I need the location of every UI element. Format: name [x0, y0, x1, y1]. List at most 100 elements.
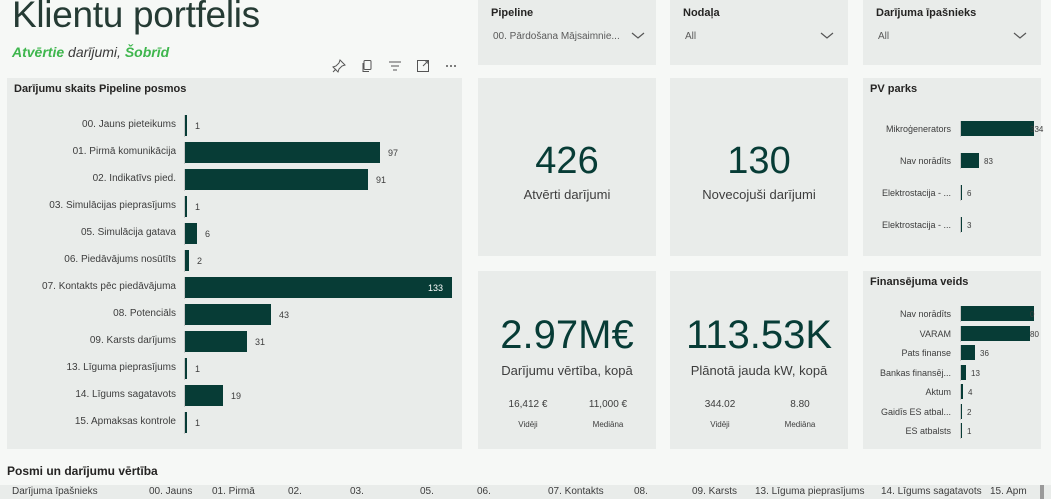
planned-power-avg: 344.02 — [704, 399, 736, 410]
bar-row-elektrostacija[interactable]: Elektrostacija - ... 3 — [863, 217, 1043, 233]
bar-row-00-jauns-pieteikums[interactable]: 00. Jauns pieteikums 1 — [7, 115, 462, 137]
bar-row-aktum[interactable]: Aktum 4 — [863, 384, 1043, 400]
column-header-09-karsts[interactable]: 09. Karsts — [692, 486, 737, 497]
bar-row-mikrogenerators[interactable]: Mikroģenerators 334 — [863, 121, 1043, 137]
bar-row-elektrostacija[interactable]: Elektrostacija - ... 6 — [863, 185, 1043, 201]
planned-power-avg-label: Vidēji — [710, 420, 730, 429]
column-header-06[interactable]: 06. — [477, 486, 491, 497]
bar-row-08-potencials[interactable]: 08. Potenciāls 43 — [7, 304, 462, 326]
stale-deals-card[interactable]: 130 Novecojuši darījumi — [670, 78, 848, 256]
planned-power-card[interactable]: 113.53K Plānotā jauda kW, kopā 344.02 Vi… — [670, 271, 848, 449]
pipeline-filter[interactable]: Pipeline 00. Pārdošana Mājsaimnie... — [478, 0, 656, 65]
planned-power-label: Plānotā jauda kW, kopā — [690, 363, 828, 378]
bar-row-14-ligums-sagatavots[interactable]: 14. Līgums sagatavots 19 — [7, 385, 462, 407]
bar-row-06-piedavajums-nosutits[interactable]: 06. Piedāvājums nosūtīts 2 — [7, 250, 462, 272]
category-label: Aktum — [925, 387, 951, 397]
bar[interactable] — [961, 153, 979, 168]
bar-row-nav-noradits[interactable]: Nav norādīts 83 — [863, 153, 1043, 169]
column-header-14-ligums-sagatavots[interactable]: 14. Līgums sagatavots — [881, 486, 982, 497]
focus-mode-icon[interactable] — [414, 58, 432, 74]
bar-row-15-apmaksas-kontrole[interactable]: 15. Apmaksas kontrole 1 — [7, 412, 462, 434]
category-label: 01. Pirmā komunikācija — [72, 146, 176, 157]
data-label: 80 — [1030, 329, 1039, 339]
bar[interactable] — [961, 384, 963, 399]
bar[interactable] — [185, 385, 223, 406]
visual-toolbar — [330, 58, 460, 74]
bar[interactable] — [961, 121, 1034, 136]
column-header-02[interactable]: 02. — [288, 486, 302, 497]
department-filter-value[interactable]: All — [685, 31, 696, 42]
bar-row-varam[interactable]: VARAM 80 — [863, 325, 1043, 342]
vertical-scrollbar[interactable] — [1040, 485, 1044, 499]
owner-filter[interactable]: Darījuma īpašnieks All — [863, 0, 1041, 65]
owner-filter-value[interactable]: All — [878, 31, 889, 42]
more-options-icon[interactable] — [442, 58, 460, 74]
financing-type-chart[interactable]: Finansējuma veids Nav norādīts 0 VARAM 80 Pa… — [863, 271, 1041, 449]
category-label: Gaidīs ES atbal... — [880, 406, 951, 417]
deal-value-card[interactable]: 2.97M€ Darījumu vērtība, kopā 16,412 € V… — [478, 271, 656, 449]
pipeline-stage-chart[interactable]: Darījumu skaits Pipeline posmos 00. Jaun… — [7, 78, 462, 449]
bar[interactable] — [185, 358, 187, 379]
category-label: 05. Simulācija gatava — [80, 227, 176, 238]
department-filter[interactable]: Nodaļa All — [670, 0, 848, 65]
bar[interactable] — [961, 325, 1030, 341]
bar-row-gaidis-es-atbal[interactable]: Gaidīs ES atbal... 2 — [863, 403, 1043, 420]
bar-row-bankas-finansej[interactable]: Bankas finansēj... 13 — [863, 364, 1043, 381]
bar-row-09-karsts-darijums[interactable]: 09. Karsts darījums 31 — [7, 331, 462, 353]
column-header-15-apm[interactable]: 15. Apm — [990, 486, 1027, 497]
chevron-down-icon[interactable] — [631, 30, 645, 40]
bar[interactable] — [185, 115, 187, 136]
bar-row-13-liguma-pieprasijums[interactable]: 13. Līguma pieprasījums 1 — [7, 358, 462, 380]
bar-row-02-indikativs-pied[interactable]: 02. Indikatīvs pied. 91 — [7, 169, 462, 191]
category-label: 09. Karsts darījums — [89, 335, 176, 346]
bar[interactable] — [185, 196, 187, 217]
bar[interactable] — [961, 403, 962, 419]
bar[interactable] — [961, 345, 975, 360]
bar[interactable] — [185, 250, 189, 271]
column-header-03[interactable]: 03. — [350, 486, 364, 497]
category-label: 15. Apmaksas kontrole — [74, 416, 176, 427]
bar[interactable] — [185, 142, 380, 163]
bar[interactable] — [185, 169, 368, 190]
filter-icon[interactable] — [386, 58, 404, 74]
bar-row-es-atbalsts[interactable]: ES atbalsts 1 — [863, 423, 1043, 439]
bar-row-pats-finanse[interactable]: Pats finanse 36 — [863, 345, 1043, 361]
bar[interactable] — [185, 331, 247, 352]
bar[interactable] — [961, 423, 962, 438]
bar-row-05-simulacija-gatava[interactable]: 05. Simulācija gatava 6 — [7, 223, 462, 245]
data-label: 97 — [388, 148, 399, 158]
bar[interactable] — [961, 185, 962, 200]
bar[interactable] — [961, 306, 1034, 321]
chevron-down-icon[interactable] — [820, 30, 834, 40]
column-header-08[interactable]: 08. — [634, 486, 648, 497]
bar-row-07-kontakts-pec-piedavajuma[interactable]: 07. Kontakts pēc piedāvājuma 133 — [7, 277, 462, 299]
subtitle-open: Atvērtie — [12, 44, 65, 60]
pin-icon[interactable] — [330, 58, 348, 74]
pipeline-filter-value[interactable]: 00. Pārdošana Mājsaimnie... — [493, 31, 620, 42]
chevron-down-icon[interactable] — [1013, 30, 1027, 40]
column-header-00-jauns[interactable]: 00. Jauns — [149, 486, 192, 497]
column-header-07-kontakts[interactable]: 07. Kontakts — [548, 486, 604, 497]
page-subtitle: Atvērtie darījumi, Šobrīd — [12, 44, 169, 60]
column-header-darijuma-ipasnieks[interactable]: Darījuma īpašnieks — [12, 486, 98, 497]
bar[interactable] — [961, 364, 966, 380]
bar-row-nav-noradits[interactable]: Nav norādīts 0 — [863, 306, 1043, 322]
deal-value-label: Darījumu vērtība, kopā — [501, 363, 633, 378]
bar[interactable] — [185, 277, 452, 298]
planned-power-total: 113.53K — [685, 313, 833, 357]
bar-row-03-simulacijas-pieprasijums[interactable]: 03. Simulācijas pieprasījums 1 — [7, 196, 462, 218]
column-header-13-liguma-pieprasijums[interactable]: 13. Līguma pieprasījums — [755, 486, 865, 497]
open-deals-card[interactable]: 426 Atvērti darījumi — [478, 78, 656, 256]
copy-icon[interactable] — [358, 58, 376, 74]
column-header-05[interactable]: 05. — [420, 486, 434, 497]
bar[interactable] — [961, 217, 962, 232]
pv-park-chart[interactable]: PV parks Mikroģenerators 334 Nav norādīts 8… — [863, 78, 1043, 256]
planned-power-median: 8.80 — [790, 399, 810, 410]
bar[interactable] — [185, 304, 271, 325]
bar[interactable] — [185, 412, 187, 433]
bar-row-01-pirma-komunikacija[interactable]: 01. Pirmā komunikācija 97 — [7, 142, 462, 164]
deal-value-median-label: Mediāna — [592, 420, 624, 429]
data-label: 1 — [967, 427, 972, 436]
bar[interactable] — [185, 223, 197, 244]
column-header-01-pirma[interactable]: 01. Pirmā — [212, 486, 255, 497]
